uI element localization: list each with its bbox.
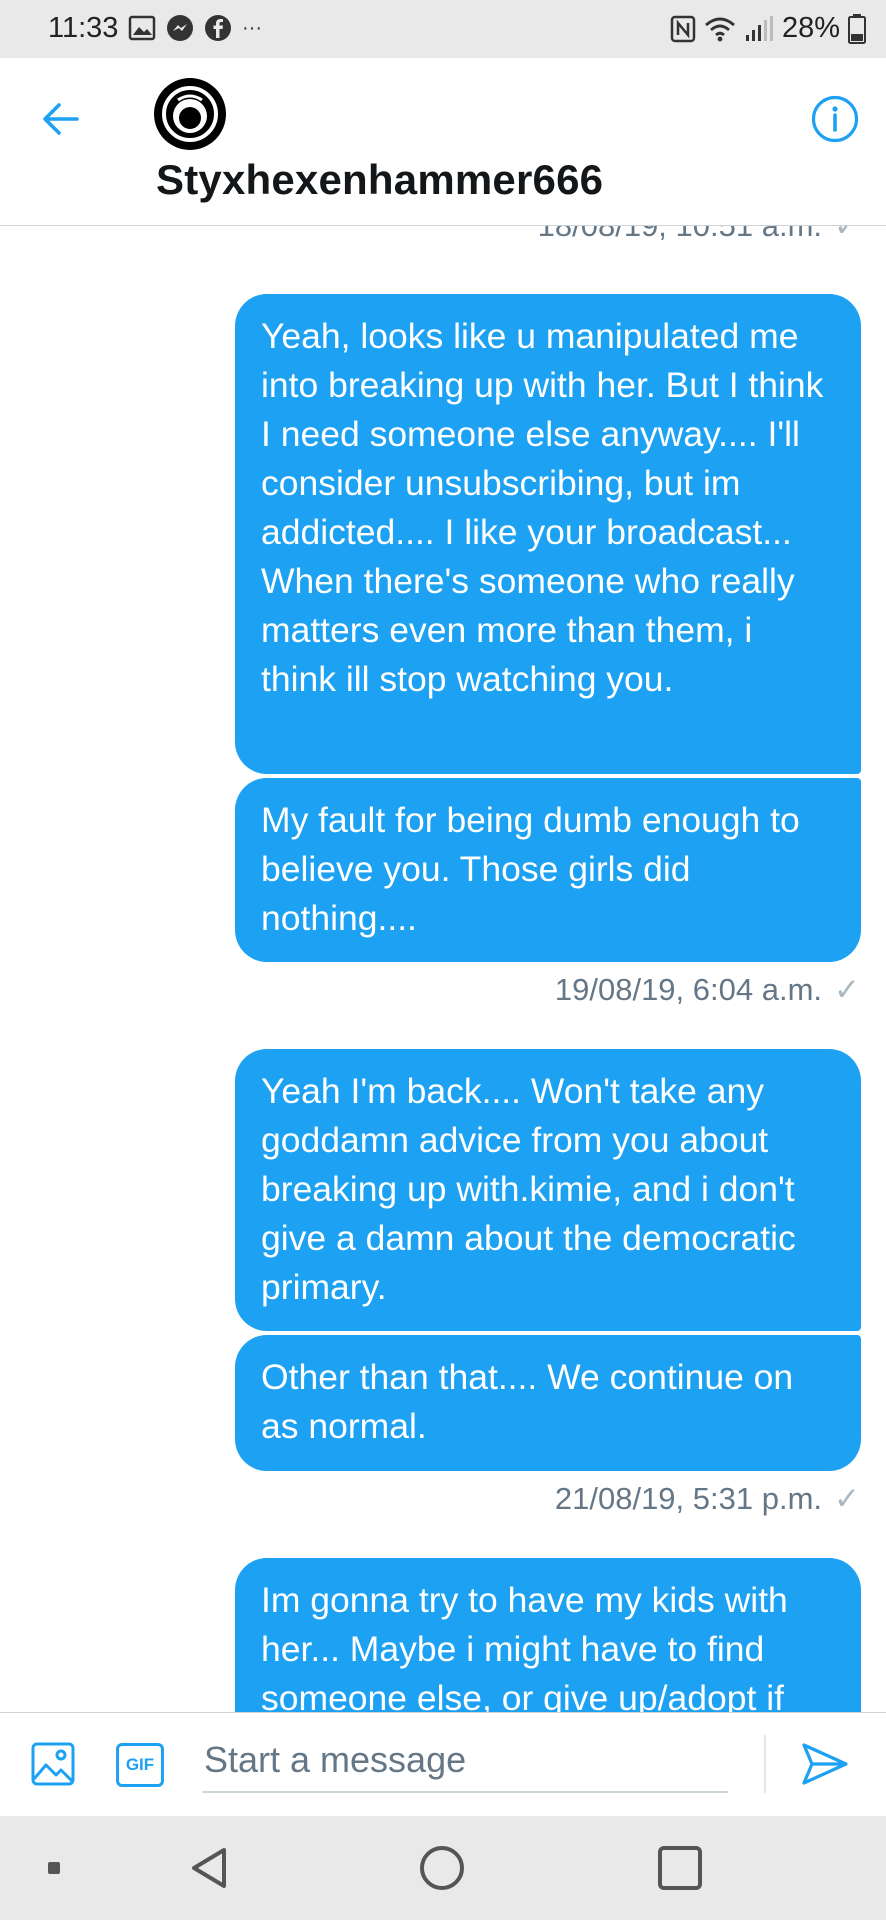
gallery-icon [128, 15, 156, 41]
message-bubble[interactable]: Yeah I'm back.... Won't take any goddamn… [235, 1049, 861, 1331]
send-button[interactable] [800, 1741, 852, 1789]
timestamp-text: 21/08/19, 5:31 p.m. [554, 1481, 823, 1516]
system-nav-bar [0, 1816, 886, 1920]
avatar[interactable] [154, 78, 226, 150]
message-bubble[interactable]: Other than that.... We continue on as no… [235, 1335, 861, 1471]
gif-button[interactable]: GIF [116, 1743, 164, 1787]
nav-home-button[interactable] [420, 1846, 464, 1890]
conversation-username[interactable]: Styxhexenhammer666 [156, 156, 603, 204]
message-input[interactable] [202, 1729, 728, 1793]
notification-icons: ··· [128, 14, 262, 42]
add-image-button[interactable] [30, 1741, 78, 1789]
composer-divider [764, 1735, 766, 1793]
image-icon [31, 1742, 75, 1786]
status-time: 11:33 [48, 12, 119, 44]
messenger-icon [167, 15, 193, 41]
wifi-icon [705, 17, 735, 41]
info-icon [811, 95, 859, 143]
nav-recents-button[interactable] [658, 1846, 702, 1890]
nfc-icon [670, 15, 696, 42]
avatar-logo [156, 80, 224, 148]
message-composer: GIF [0, 1712, 886, 1816]
sent-check-icon: ✓ [834, 1481, 860, 1516]
message-timestamp: 21/08/19, 5:31 p.m. ✓ [555, 1481, 860, 1517]
sent-check-icon: ✓ [834, 226, 860, 244]
battery-icon [848, 13, 866, 44]
battery-percent: 28% [781, 12, 840, 44]
nav-back-button[interactable] [186, 1844, 234, 1892]
signal-icon [745, 15, 773, 41]
message-timestamp: 19/08/19, 6:04 a.m. ✓ [555, 972, 860, 1008]
message-list[interactable]: 18/08/19, 10:51 a.m. ✓ Yeah, looks like … [0, 226, 886, 1712]
send-icon [802, 1743, 848, 1785]
back-button[interactable] [36, 94, 86, 144]
more-dots-icon: ··· [242, 17, 262, 39]
sent-check-icon: ✓ [834, 972, 860, 1007]
status-bar: 11:33 ··· 28% [0, 0, 886, 58]
status-right: 28% [670, 12, 866, 45]
message-timestamp: 18/08/19, 10:51 a.m. ✓ [538, 226, 860, 244]
message-bubble[interactable]: Im gonna try to have my kids with her...… [235, 1558, 861, 1712]
message-bubble[interactable]: Yeah, looks like u manipulated me into b… [235, 294, 861, 774]
info-button[interactable] [810, 94, 860, 144]
nav-dot-icon [48, 1862, 60, 1874]
conversation-header: Styxhexenhammer666 [0, 58, 886, 226]
message-bubble[interactable]: My fault for being dumb enough to believ… [235, 778, 861, 962]
timestamp-text: 19/08/19, 6:04 a.m. [554, 972, 823, 1007]
arrow-left-icon [43, 103, 79, 135]
facebook-icon [205, 15, 231, 41]
triangle-back-icon [192, 1848, 226, 1888]
timestamp-text: 18/08/19, 10:51 a.m. [538, 226, 822, 244]
